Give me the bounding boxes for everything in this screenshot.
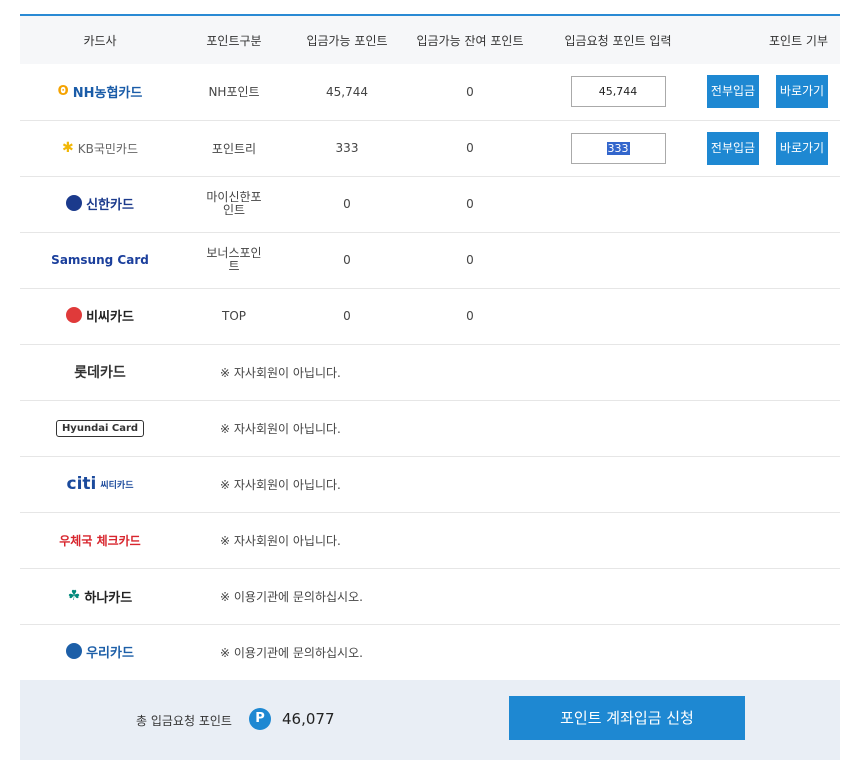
member-notice: ※ 자사회원이 아닙니다. [180,456,840,513]
card-logo-bc: 비씨카드 [20,288,180,345]
table-row: Hyundai Card ※ 자사회원이 아닙니다. [20,400,840,457]
point-type: 마이신한포인트 [180,176,288,233]
col-donate: 포인트 기부 [764,16,840,64]
go-link-button[interactable]: 바로가기 [776,131,828,165]
card-logo-woori: 우리카드 [20,624,180,681]
card-logo-shinhan: 신한카드 [20,176,180,233]
remaining-points: 0 [406,64,534,121]
kb-star-icon: ✱ [62,140,74,156]
card-logo-post: 우체국 체크카드 [20,512,180,569]
table-row: ʘ NH농협카드 NH포인트 45,744 0 전부입금 바로가기 [20,64,840,121]
bc-logo-icon [66,307,83,324]
available-points: 0 [288,288,406,345]
total-request-value: 46,077 [282,710,335,728]
remaining-points: 0 [406,120,534,177]
point-type: 포인트리 [180,120,288,177]
table-row: 우리카드 ※ 이용기관에 문의하십시오. [20,624,840,681]
col-card-company: 카드사 [20,16,180,64]
col-request-input: 입금요청 포인트 입력 [534,16,702,64]
col-point-type: 포인트구분 [180,16,288,64]
institution-notice: ※ 이용기관에 문의하십시오. [180,624,840,681]
card-logo-lotte: 롯데카드 [20,344,180,401]
institution-notice: ※ 이용기관에 문의하십시오. [180,568,840,625]
remaining-points: 0 [406,176,534,233]
card-logo-hyundai: Hyundai Card [20,400,180,457]
total-request-label: 총 입금요청 포인트 [136,714,232,728]
woori-logo-icon [66,643,83,660]
request-points-input[interactable]: 333 [570,132,666,164]
table-row: ☘ 하나카드 ※ 이용기관에 문의하십시오. [20,568,840,625]
available-points: 45,744 [288,64,406,121]
available-points: 333 [288,120,406,177]
table-row: 롯데카드 ※ 자사회원이 아닙니다. [20,344,840,401]
point-type: NH포인트 [180,64,288,121]
table-row: 우체국 체크카드 ※ 자사회원이 아닙니다. [20,512,840,569]
point-type: 보너스포인트 [180,232,288,289]
points-p-icon: P [249,708,271,730]
deposit-all-button[interactable]: 전부입금 [707,75,759,109]
nh-logo-icon: ʘ [57,84,69,100]
member-notice: ※ 자사회원이 아닙니다. [180,344,840,401]
summary-footer: 총 입금요청 포인트 P 46,077 포인트 계좌입금 신청 [20,680,840,760]
table-header-row: 카드사 포인트구분 입금가능 포인트 입금가능 잔여 포인트 입금요청 포인트 … [20,16,840,64]
point-type: TOP [180,288,288,345]
deposit-all-button[interactable]: 전부입금 [707,131,759,165]
table-row: 비씨카드 TOP 0 0 [20,288,840,345]
table-row: 신한카드 마이신한포인트 0 0 [20,176,840,233]
col-remaining-points: 입금가능 잔여 포인트 [406,16,534,64]
hana-logo-icon: ☘ [67,588,81,604]
available-points: 0 [288,232,406,289]
remaining-points: 0 [406,288,534,345]
card-logo-citi: citi 씨티카드 [20,456,180,513]
table-row: citi 씨티카드 ※ 자사회원이 아닙니다. [20,456,840,513]
card-logo-nh: ʘ NH농협카드 [20,64,180,121]
submit-deposit-button[interactable]: 포인트 계좌입금 신청 [509,696,745,740]
request-points-input[interactable] [570,76,666,108]
go-link-button[interactable]: 바로가기 [776,75,828,109]
card-logo-hana: ☘ 하나카드 [20,568,180,625]
shinhan-logo-icon [66,195,83,212]
member-notice: ※ 자사회원이 아닙니다. [180,512,840,569]
card-logo-kb: ✱ KB국민카드 [20,120,180,177]
col-available-points: 입금가능 포인트 [288,16,406,64]
remaining-points: 0 [406,232,534,289]
table-row: ✱ KB국민카드 포인트리 333 0 333 전부입금 바로가기 [20,120,840,177]
table-row: Samsung Card 보너스포인트 0 0 [20,232,840,289]
available-points: 0 [288,176,406,233]
card-logo-samsung: Samsung Card [20,232,180,289]
points-panel: 카드사 포인트구분 입금가능 포인트 입금가능 잔여 포인트 입금요청 포인트 … [20,14,840,681]
points-table: 카드사 포인트구분 입금가능 포인트 입금가능 잔여 포인트 입금요청 포인트 … [20,16,840,681]
member-notice: ※ 자사회원이 아닙니다. [180,400,840,457]
